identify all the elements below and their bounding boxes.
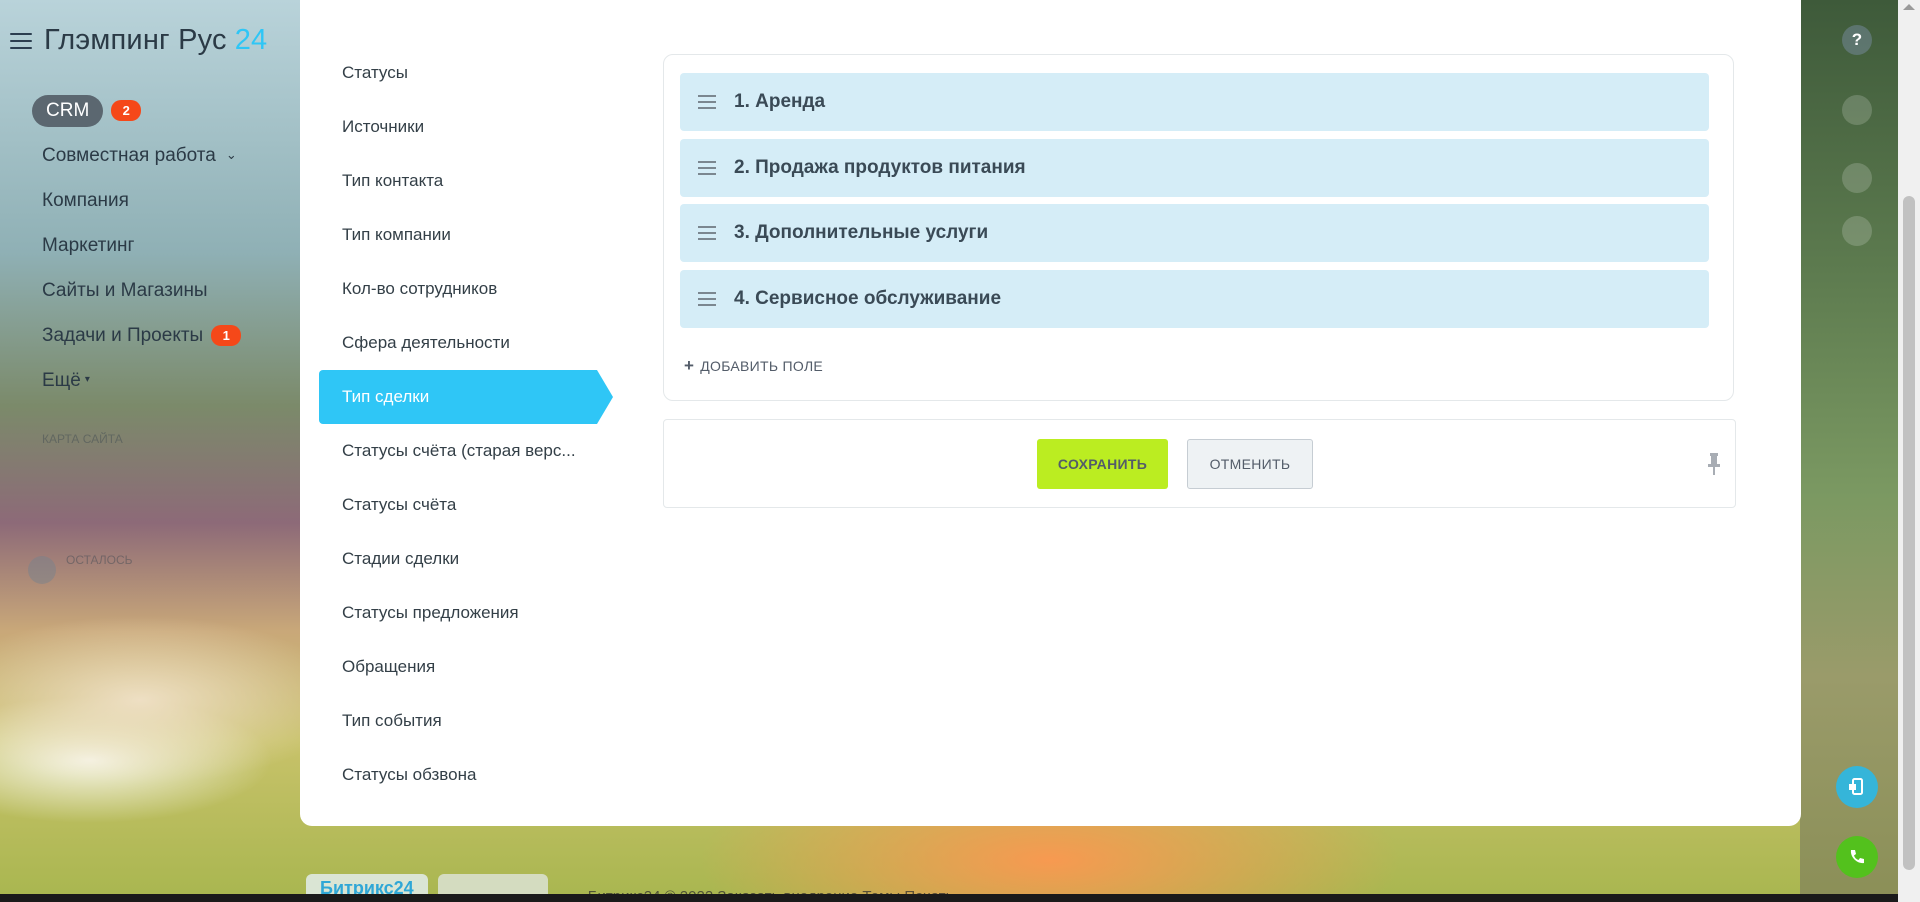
sidebar-item-label: Маркетинг <box>42 234 135 256</box>
add-field-button[interactable]: + ДОБАВИТЬ ПОЛЕ <box>684 356 823 376</box>
notification-badge: 2 <box>111 100 142 121</box>
deal-type-label[interactable]: 4. Сервисное обслуживание <box>734 288 1001 310</box>
sidebar-item-marketing[interactable]: Маркетинг <box>30 223 290 268</box>
brand-name: Глэмпинг Рус <box>44 24 227 56</box>
storage-icon <box>28 556 56 584</box>
brand: Глэмпинг Рус 24 <box>10 24 267 57</box>
menu-item-invoice-statuses-old[interactable]: Статусы счёта (старая верс... <box>319 424 611 478</box>
sidebar-item-label: Ещё <box>42 369 81 391</box>
deal-type-list: 1. Аренда 2. Продажа продуктов питания 3… <box>663 54 1734 401</box>
search-icon[interactable] <box>1842 216 1872 246</box>
pin-icon[interactable] <box>1707 453 1721 475</box>
sidebar-item-company[interactable]: Компания <box>30 178 290 223</box>
chevron-down-icon: ⌄ <box>225 146 237 162</box>
mobile-icon[interactable] <box>1836 766 1878 808</box>
left-sidebar: Глэмпинг Рус 24 CRM 2 Совместная работа ⌄… <box>0 0 300 902</box>
bottom-edge <box>0 894 1898 902</box>
menu-item-deal-stages[interactable]: Стадии сделки <box>319 532 611 586</box>
sidebar-item-label: Компания <box>42 189 129 211</box>
sidebar-item-crm[interactable]: CRM 2 <box>30 88 290 133</box>
phone-icon[interactable] <box>1836 836 1878 878</box>
main-nav: CRM 2 Совместная работа ⌄ Компания Марке… <box>30 88 290 403</box>
menu-item-quote-statuses[interactable]: Статусы предложения <box>319 586 611 640</box>
menu-item-company-type[interactable]: Тип компании <box>319 208 611 262</box>
drag-handle-icon[interactable] <box>698 226 716 240</box>
deal-type-label[interactable]: 1. Аренда <box>734 91 825 113</box>
brand-number: 24 <box>234 24 268 56</box>
menu-item-call-statuses[interactable]: Статусы обзвона <box>319 748 611 802</box>
settings-menu: Статусы Источники Тип контакта Тип компа… <box>319 46 613 802</box>
cancel-button[interactable]: ОТМЕНИТЬ <box>1187 439 1313 489</box>
plus-icon: + <box>684 356 695 375</box>
sidebar-item-label: CRM <box>32 94 104 127</box>
menu-item-industry[interactable]: Сфера деятельности <box>319 316 611 370</box>
settings-panel: Статусы Источники Тип контакта Тип компа… <box>300 0 1801 826</box>
list-item[interactable]: 1. Аренда <box>680 73 1709 131</box>
menu-item-employee-count[interactable]: Кол-во сотрудников <box>319 262 611 316</box>
sidebar-item-label: Сайты и Магазины <box>42 279 208 301</box>
menu-item-contact-type[interactable]: Тип контакта <box>319 154 611 208</box>
bell-icon[interactable] <box>1842 95 1872 125</box>
brand-title[interactable]: Глэмпинг Рус 24 <box>44 24 267 57</box>
menu-item-event-type[interactable]: Тип события <box>319 694 611 748</box>
scrollbar-thumb[interactable] <box>1903 196 1915 870</box>
action-bar: СОХРАНИТЬ ОТМЕНИТЬ <box>663 419 1736 508</box>
notification-badge: 1 <box>211 325 242 346</box>
sidebar-item-label: Задачи и Проекты <box>42 324 204 346</box>
deal-type-label[interactable]: 2. Продажа продуктов питания <box>734 157 1026 179</box>
menu-item-requests[interactable]: Обращения <box>319 640 611 694</box>
drag-handle-icon[interactable] <box>698 161 716 175</box>
list-item[interactable]: 4. Сервисное обслуживание <box>680 270 1709 328</box>
list-item[interactable]: 3. Дополнительные услуги <box>680 204 1709 262</box>
drag-handle-icon[interactable] <box>698 292 716 306</box>
hamburger-icon[interactable] <box>10 32 32 49</box>
sidebar-item-more[interactable]: Ещё ▾ <box>30 358 290 403</box>
list-item[interactable]: 2. Продажа продуктов питания <box>680 139 1709 197</box>
menu-item-statuses[interactable]: Статусы <box>319 46 611 100</box>
deal-type-label[interactable]: 3. Дополнительные услуги <box>734 222 988 244</box>
sidebar-item-sites[interactable]: Сайты и Магазины <box>30 268 290 313</box>
add-field-label: ДОБАВИТЬ ПОЛЕ <box>700 358 824 374</box>
remaining-label: ОСТАЛОСЬ <box>66 553 133 567</box>
menu-item-deal-type[interactable]: Тип сделки <box>319 370 613 424</box>
menu-item-invoice-statuses[interactable]: Статусы счёта <box>319 478 611 532</box>
caret-down-icon: ▾ <box>84 374 90 385</box>
chat-icon[interactable] <box>1842 163 1872 193</box>
help-icon[interactable]: ? <box>1842 25 1872 55</box>
save-button[interactable]: СОХРАНИТЬ <box>1037 439 1168 489</box>
drag-handle-icon[interactable] <box>698 95 716 109</box>
sidebar-item-collab[interactable]: Совместная работа ⌄ <box>30 133 290 178</box>
sitemap-label[interactable]: КАРТА САЙТА <box>42 432 123 446</box>
sidebar-item-label: Совместная работа <box>42 144 216 166</box>
sidebar-item-tasks[interactable]: Задачи и Проекты 1 <box>30 313 290 358</box>
menu-item-sources[interactable]: Источники <box>319 100 611 154</box>
scroll-up-icon[interactable] <box>1903 4 1915 10</box>
